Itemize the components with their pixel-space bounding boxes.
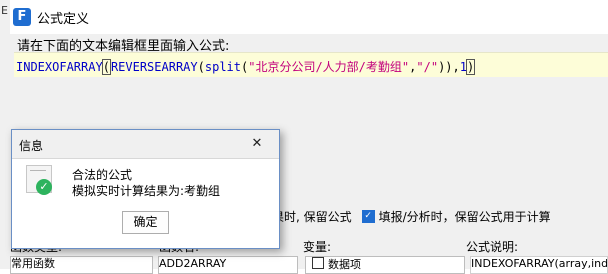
keep-formula-for-calc-label[interactable]: 填报/分析时，保留公式用于计算 [379, 208, 551, 225]
formula-description-label: 公式说明: [466, 240, 519, 254]
data-item-icon [312, 257, 324, 269]
function-type-list[interactable]: 常用函数 [10, 256, 153, 274]
window-title: 公式定义 [37, 11, 90, 27]
formula-open-paren-matched: ( [101, 59, 111, 75]
ok-button[interactable]: 确定 [122, 211, 169, 234]
bottom-lists: 常用函数 ADD2ARRAY 数据项 INDEXOFARRAY(array,in… [10, 256, 608, 274]
variable-label: 变量: [303, 240, 332, 254]
dialog-title: 信息 [19, 139, 44, 153]
formula-string-delimiter: "/" [416, 60, 439, 74]
formula-code[interactable]: INDEXOFARRAY(REVERSEARRAY(split("北京分公司/人… [16, 58, 476, 75]
function-name-list[interactable]: ADD2ARRAY [158, 256, 298, 274]
success-icon: ✓ [26, 165, 52, 195]
close-icon[interactable]: ✕ [235, 130, 279, 158]
title-bar: F 公式定义 [10, 0, 608, 34]
dialog-message-result: 模拟实时计算结果为:考勤组 [72, 184, 221, 198]
formula-open-paren: ( [197, 60, 205, 74]
formula-description-box: INDEXOFARRAY(array,ind [470, 256, 608, 274]
dialog-message-title: 合法的公式 [72, 168, 133, 182]
function-type-item[interactable]: 常用函数 [11, 257, 55, 270]
variable-item[interactable]: 数据项 [328, 258, 361, 271]
info-dialog: 信息 ✕ ✓ 合法的公式 模拟实时计算结果为:考勤组 确定 [11, 129, 280, 249]
formula-fn-indexofarray: INDEXOFARRAY [16, 60, 103, 74]
keep-formula-option-label[interactable]: 果时, 保留公式 [272, 208, 352, 225]
dialog-title-bar: 信息 ✕ [12, 130, 279, 159]
formula-editor[interactable]: INDEXOFARRAY(REVERSEARRAY(split("北京分公司/人… [14, 52, 608, 78]
success-icon-bar [30, 170, 46, 171]
function-name-item[interactable]: ADD2ARRAY [159, 257, 226, 270]
edge-glyph: E [1, 4, 8, 17]
dialog-body: ✓ 合法的公式 模拟实时计算结果为:考勤组 确定 [12, 159, 279, 247]
formula-string-path: "北京分公司/人力部/考勤组" [248, 60, 410, 74]
formula-number: 1 [459, 60, 467, 74]
variable-list[interactable]: 数据项 [305, 256, 465, 274]
check-icon: ✓ [36, 179, 52, 195]
keep-formula-for-calc-checkbox[interactable]: ✓ [361, 210, 375, 223]
formula-description-text: INDEXOFARRAY(array,ind [471, 257, 608, 270]
formula-fn-split: split [204, 60, 241, 74]
app-logo-icon: F [13, 8, 31, 26]
formula-fn-reversearray: REVERSEARRAY [110, 60, 198, 74]
formula-close-paren-matched: ) [465, 59, 476, 75]
formula-options-row: 果时, 保留公式 ✓ 填报/分析时，保留公式用于计算 [272, 208, 551, 225]
formula-close-parens: )), [438, 60, 460, 74]
